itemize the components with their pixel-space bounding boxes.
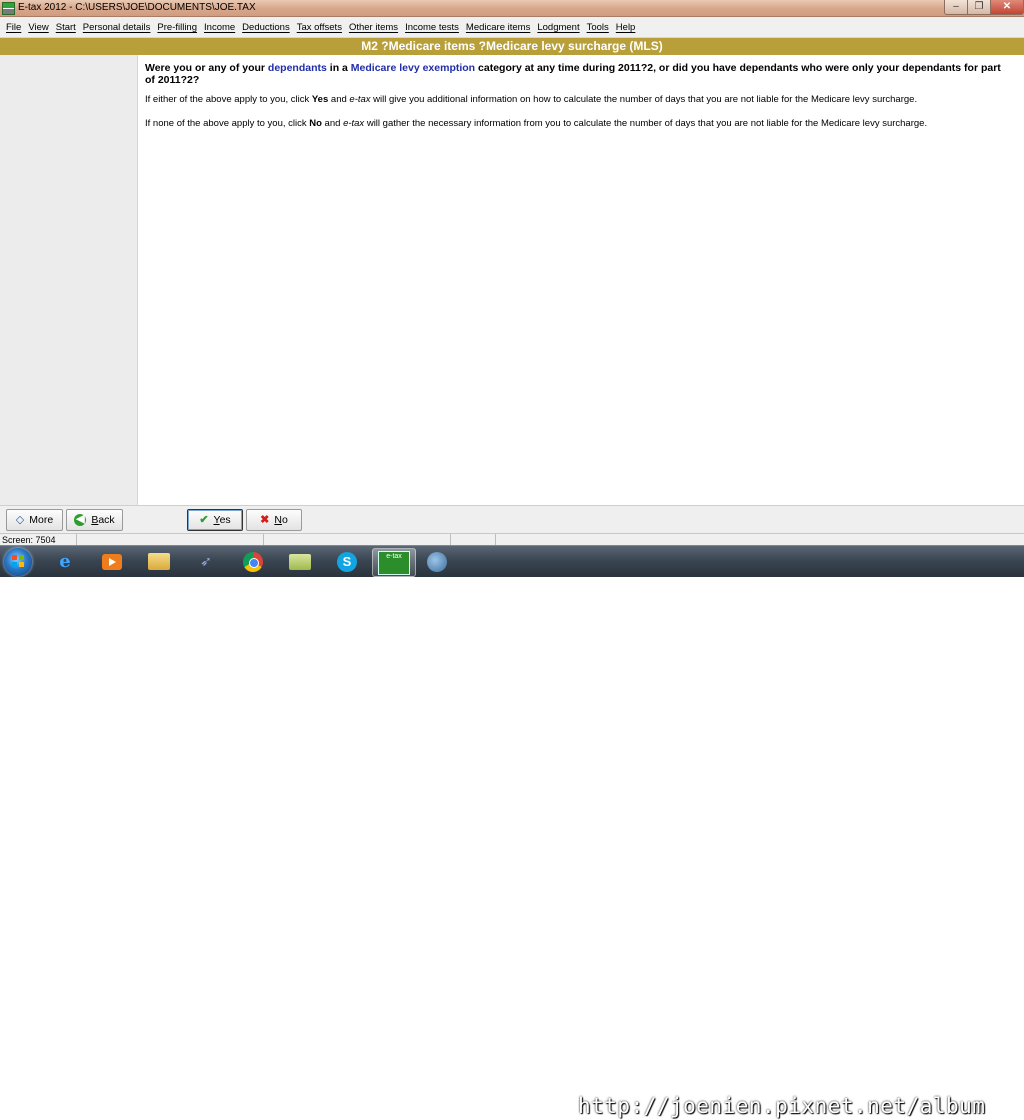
window-title: E-tax 2012 - C:\USERS\JOE\DOCUMENTS\JOE.… — [18, 2, 256, 13]
chrome-icon[interactable] — [234, 548, 272, 575]
instruction-part: If none of the above apply to you, click — [145, 118, 310, 129]
diamond-icon: ◇ — [15, 513, 25, 526]
more-button-label: More — [29, 514, 54, 526]
no-button-label: No — [274, 514, 287, 526]
more-button[interactable]: ◇ More — [6, 509, 63, 531]
maximize-button[interactable]: ❐ — [967, 0, 991, 15]
back-button[interactable]: ◀ Back — [66, 509, 123, 531]
no-accelerator: N — [274, 514, 282, 526]
left-pane — [0, 55, 138, 505]
etax-taskbar-label: e-tax — [378, 550, 410, 575]
menu-lodgment[interactable]: Lodgment — [534, 22, 582, 33]
minimize-button[interactable]: – — [944, 0, 968, 15]
menu-help[interactable]: Help — [613, 22, 639, 33]
question-part: Were you or any of your — [145, 62, 268, 74]
yes-instruction: If either of the above apply to you, cli… — [145, 94, 1005, 106]
skype-letter: S — [337, 551, 357, 572]
instruction-part: and — [321, 118, 344, 129]
close-button[interactable]: ✕ — [990, 0, 1024, 15]
menu-pre-filling[interactable]: Pre-filling — [154, 22, 200, 33]
menu-other-items[interactable]: Other items — [346, 22, 401, 33]
file-explorer-icon[interactable] — [140, 548, 178, 575]
instruction-no-word: No — [309, 118, 322, 129]
internet-explorer-icon[interactable]: e — [46, 548, 84, 575]
button-bar: ◇ More ◀ Back ✔ Yes ✖ No — [0, 505, 1024, 533]
menu-tools[interactable]: Tools — [584, 22, 612, 33]
menu-deductions[interactable]: Deductions — [239, 22, 293, 33]
title-bar: E-tax 2012 - C:\USERS\JOE\DOCUMENTS\JOE.… — [0, 0, 1024, 17]
back-label-rest: ack — [98, 514, 115, 526]
checkmark-icon: ✔ — [199, 513, 209, 526]
menu-view[interactable]: View — [25, 22, 51, 33]
instruction-part: If either of the above apply to you, cli… — [145, 94, 312, 105]
menu-medicare-items[interactable]: Medicare items — [463, 22, 533, 33]
windows-logo-icon — [12, 555, 24, 567]
back-button-label: Back — [91, 514, 114, 526]
globe-app-icon[interactable] — [418, 548, 456, 575]
etax-app-icon — [2, 2, 15, 15]
media-player-icon[interactable] — [93, 548, 131, 575]
instruction-etax-word: e-tax — [349, 94, 371, 105]
cross-icon: ✖ — [260, 513, 270, 526]
question-part: in a — [326, 62, 351, 74]
menu-file[interactable]: File — [3, 22, 24, 33]
rocket-app-icon[interactable]: ➶ — [187, 548, 225, 575]
dependants-link[interactable]: dependants — [268, 62, 327, 74]
main-content: Were you or any of your dependants in a … — [145, 62, 1005, 142]
menu-tax-offsets[interactable]: Tax offsets — [294, 22, 345, 33]
yes-button-label: Yes — [214, 514, 231, 526]
skype-icon[interactable]: S — [328, 548, 366, 575]
instruction-etax-word: e-tax — [343, 118, 365, 129]
yes-button[interactable]: ✔ Yes — [187, 509, 243, 531]
watermark-text: http://joenien.pixnet.net/album — [578, 1094, 986, 1118]
medicare-levy-exemption-link[interactable]: Medicare levy exemption — [351, 62, 475, 74]
status-screen-number: Screen: 7504 — [2, 535, 56, 545]
etax-taskbar-button[interactable]: e-tax — [372, 548, 416, 577]
no-button[interactable]: ✖ No — [246, 509, 302, 531]
no-instruction: If none of the above apply to you, click… — [145, 118, 1005, 130]
back-arrow-icon: ◀ — [74, 513, 87, 526]
page-heading: M2 ?Medicare items ?Medicare levy surcha… — [0, 38, 1024, 55]
question-text: Were you or any of your dependants in a … — [145, 62, 1005, 86]
folder-icon[interactable] — [281, 548, 319, 575]
menu-start[interactable]: Start — [53, 22, 79, 33]
menu-bar: File View Start Personal details Pre-fil… — [0, 17, 1024, 38]
no-label-rest: o — [281, 514, 288, 526]
menu-personal-details[interactable]: Personal details — [80, 22, 154, 33]
instruction-part: will give you additional information on … — [370, 94, 918, 105]
yes-label-rest: es — [219, 514, 231, 526]
instruction-yes-word: Yes — [311, 94, 329, 105]
windows-taskbar: e ➶ S e-tax http://joenien.pixnet.net/al… — [0, 545, 1024, 1118]
instruction-part: and — [328, 94, 350, 105]
menu-income-tests[interactable]: Income tests — [402, 22, 462, 33]
start-button[interactable] — [4, 548, 32, 576]
menu-income[interactable]: Income — [201, 22, 238, 33]
instruction-part: will gather the necessary information fr… — [364, 118, 928, 129]
